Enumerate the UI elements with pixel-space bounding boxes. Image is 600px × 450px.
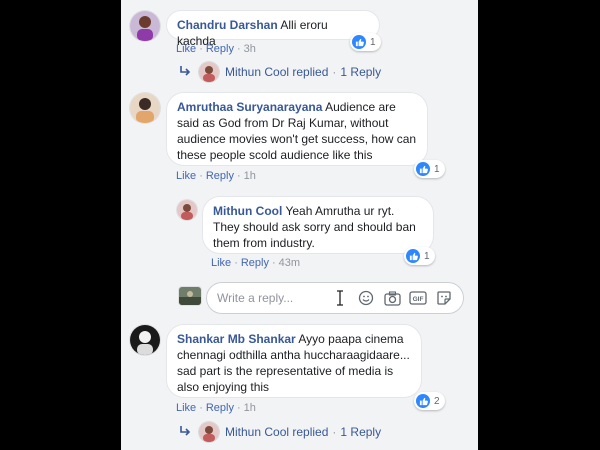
- replied-verb: replied: [292, 425, 329, 439]
- reply-author[interactable]: Mithun Cool: [213, 204, 282, 218]
- avatar-mithun-small: [199, 62, 219, 82]
- comment-author[interactable]: Shankar Mb Shankar: [177, 332, 296, 346]
- avatar-mithun[interactable]: [177, 200, 197, 220]
- reply-arrow-icon: [179, 65, 191, 80]
- replier-name: Mithun Cool: [225, 425, 290, 439]
- like-count-badge[interactable]: 2: [414, 392, 445, 410]
- reply-link[interactable]: Reply: [206, 43, 234, 55]
- reply-link[interactable]: Reply: [241, 257, 269, 269]
- reply-link[interactable]: Reply: [206, 402, 234, 414]
- avatar-mithun-small: [199, 422, 219, 442]
- separator: ·: [271, 257, 276, 269]
- separator: ·: [236, 402, 241, 414]
- like-thumb-icon: [416, 162, 430, 176]
- comment-bubble: Chandru Darshan Alli eroru kachda: [166, 10, 380, 48]
- replies-summary[interactable]: Mithun Cool replied · 1 Reply: [179, 62, 381, 82]
- like-link[interactable]: Like: [176, 43, 196, 55]
- timestamp[interactable]: 1h: [244, 170, 256, 182]
- comment-bubble: Amruthaa Suryanarayana Audience are said…: [166, 92, 428, 166]
- separator: ·: [199, 170, 203, 182]
- like-count-badge[interactable]: 1: [404, 247, 435, 265]
- like-link[interactable]: Like: [176, 402, 196, 414]
- like-link[interactable]: Like: [211, 257, 231, 269]
- comment-actions: Like · Reply · 3h: [176, 42, 256, 56]
- like-thumb-icon: [352, 35, 366, 49]
- separator: ·: [332, 65, 337, 79]
- like-thumb-icon: [406, 249, 420, 263]
- comment-actions: Like · Reply · 1h: [176, 169, 256, 183]
- like-count: 1: [370, 36, 376, 48]
- separator: ·: [332, 425, 337, 439]
- reply-arrow-icon: [179, 425, 191, 440]
- sticker-icon[interactable]: [431, 286, 457, 310]
- comment-author[interactable]: Amruthaa Suryanarayana: [177, 100, 322, 114]
- comment-author[interactable]: Chandru Darshan: [177, 18, 278, 32]
- reply-actions: Like · Reply · 43m: [211, 256, 300, 270]
- separator: ·: [234, 257, 238, 269]
- reply-input[interactable]: Write a reply... GIF: [206, 282, 464, 314]
- like-count-badge[interactable]: 1: [350, 33, 381, 51]
- reply-bubble: Mithun Cool Yeah Amrutha ur ryt. They sh…: [202, 196, 434, 254]
- like-thumb-icon: [416, 394, 430, 408]
- svg-text:GIF: GIF: [413, 296, 424, 303]
- replied-verb: replied: [292, 65, 329, 79]
- gif-icon[interactable]: GIF: [405, 286, 431, 310]
- separator: ·: [199, 402, 203, 414]
- avatar-chandru[interactable]: [130, 11, 160, 41]
- separator: ·: [236, 43, 241, 55]
- comment-bubble: Shankar Mb Shankar Ayyo paapa cinema che…: [166, 324, 422, 398]
- reply-count: 1 Reply: [340, 65, 382, 79]
- avatar-shankar[interactable]: [130, 325, 160, 355]
- camera-icon[interactable]: [379, 286, 405, 310]
- like-link[interactable]: Like: [176, 170, 196, 182]
- comment-actions: Like · Reply · 1h: [176, 401, 256, 415]
- like-count: 2: [434, 395, 440, 407]
- replies-summary[interactable]: Mithun Cool replied · 1 Reply: [179, 422, 381, 442]
- text-cursor-icon: [333, 286, 347, 310]
- separator: ·: [199, 43, 203, 55]
- avatar-amruthaa[interactable]: [130, 93, 160, 123]
- timestamp[interactable]: 43m: [279, 257, 300, 269]
- reply-count: 1 Reply: [340, 425, 382, 439]
- like-count: 1: [424, 250, 430, 262]
- current-user-avatar: [179, 287, 201, 305]
- comments-panel: Chandru Darshan Alli eroru kachda 1 Like…: [121, 0, 478, 450]
- replier-name: Mithun Cool: [225, 65, 290, 79]
- timestamp[interactable]: 1h: [244, 402, 256, 414]
- like-count-badge[interactable]: 1: [414, 160, 445, 178]
- reply-link[interactable]: Reply: [206, 170, 234, 182]
- separator: ·: [236, 170, 241, 182]
- reply-placeholder: Write a reply...: [217, 291, 294, 305]
- like-count: 1: [434, 163, 440, 175]
- timestamp[interactable]: 3h: [244, 43, 256, 55]
- emoji-icon[interactable]: [353, 286, 379, 310]
